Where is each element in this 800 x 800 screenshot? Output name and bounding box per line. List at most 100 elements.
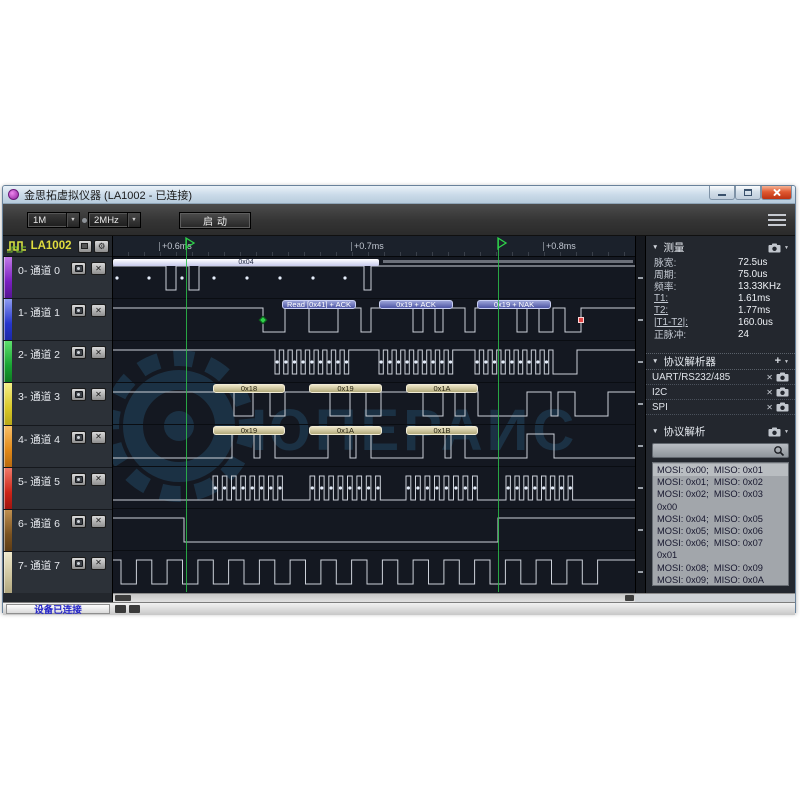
channel-capture-button[interactable] xyxy=(71,557,86,570)
list-item[interactable]: MOSI: 0x09; MISO: 0x0A xyxy=(653,574,788,586)
analyzer-name: UART/RS232/485 xyxy=(652,372,730,383)
hscroll-handle[interactable] xyxy=(115,595,131,601)
channel-close-button[interactable]: ✕ xyxy=(91,557,106,570)
waveform-row-ch5[interactable] xyxy=(113,467,635,509)
collapse-icon[interactable]: ▼ xyxy=(652,244,658,251)
sample-count-dropdown[interactable]: 1M ▼ xyxy=(27,212,80,228)
chevron-down-icon[interactable]: ▼ xyxy=(784,429,789,435)
list-item[interactable]: MOSI: 0x00; MISO: 0x01 xyxy=(653,464,788,476)
list-item[interactable]: 0x01 xyxy=(653,549,788,561)
hscroll-button[interactable] xyxy=(625,595,634,601)
channel-capture-button[interactable] xyxy=(71,473,86,486)
analyzers-section-header[interactable]: ▼ 协议解析器 +▼ xyxy=(646,353,795,370)
camera-icon[interactable] xyxy=(776,387,789,397)
settings-button[interactable]: ⚙ xyxy=(94,240,109,253)
analysis-title: 协议解析 xyxy=(663,424,705,439)
camera-icon xyxy=(75,265,83,272)
decode-label-i2c: 0x19 + ACK xyxy=(379,300,453,309)
sample-rate-dropdown[interactable]: 2MHz ▼ xyxy=(88,212,141,228)
analyzer-row[interactable]: UART/RS232/485 ✕ xyxy=(646,370,795,385)
list-item[interactable]: MOSI: 0x05; MISO: 0x06 xyxy=(653,525,788,537)
list-item[interactable]: 0x00 xyxy=(653,501,788,513)
channel-capture-button[interactable] xyxy=(71,262,86,275)
time-marker-flag[interactable] xyxy=(184,237,196,250)
channel-close-button[interactable]: ✕ xyxy=(91,473,106,486)
camera-icon[interactable] xyxy=(776,402,789,412)
chevron-down-icon[interactable]: ▼ xyxy=(66,213,79,227)
row-resize-handle[interactable] xyxy=(638,529,643,531)
channel-color-strip xyxy=(4,299,12,340)
camera-icon[interactable] xyxy=(768,243,781,253)
time-marker-line[interactable] xyxy=(186,238,187,592)
minimize-button[interactable] xyxy=(709,186,735,200)
collapse-icon[interactable]: ▼ xyxy=(652,428,658,435)
measure-section-header[interactable]: ▼ 测量 ▼ xyxy=(646,239,795,256)
chevron-down-icon[interactable]: ▼ xyxy=(127,213,140,227)
scroll-left-spacer xyxy=(3,593,113,602)
channel-row: 6- 通道 6✕ xyxy=(3,510,112,552)
list-item[interactable]: MOSI: 0x08; MISO: 0x09 xyxy=(653,562,788,574)
channel-capture-button[interactable] xyxy=(71,304,86,317)
row-resize-handle[interactable] xyxy=(638,403,643,405)
close-button[interactable] xyxy=(761,186,792,200)
channel-capture-button[interactable] xyxy=(71,431,86,444)
chevron-down-icon[interactable]: ▼ xyxy=(784,245,789,251)
analyzer-row[interactable]: SPI ✕ xyxy=(646,400,795,415)
layout-button[interactable] xyxy=(78,240,93,253)
channel-capture-button[interactable] xyxy=(71,346,86,359)
list-item[interactable]: MOSI: 0x02; MISO: 0x03 xyxy=(653,488,788,500)
channel-close-button[interactable]: ✕ xyxy=(91,515,106,528)
list-item[interactable]: MOSI: 0x04; MISO: 0x05 xyxy=(653,513,788,525)
row-resize-handle[interactable] xyxy=(638,445,643,447)
status-scroll-button[interactable] xyxy=(115,605,126,613)
waveform-row-ch7[interactable] xyxy=(113,551,635,593)
remove-analyzer-icon[interactable]: ✕ xyxy=(766,388,773,397)
waveform-row-ch4[interactable]: 0x19 0x1A 0x1B xyxy=(113,425,635,467)
connection-status: 设备已连接 xyxy=(6,604,110,614)
channel-close-button[interactable]: ✕ xyxy=(91,262,106,275)
row-resize-handle[interactable] xyxy=(638,319,643,321)
channel-row: 7- 通道 7✕ xyxy=(3,552,112,593)
channel-capture-button[interactable] xyxy=(71,388,86,401)
maximize-button[interactable] xyxy=(735,186,761,200)
chevron-down-icon[interactable]: ▼ xyxy=(784,359,789,365)
collapse-icon[interactable]: ▼ xyxy=(652,358,658,365)
channel-close-button[interactable]: ✕ xyxy=(91,346,106,359)
wave-hscrollbar[interactable] xyxy=(113,593,635,602)
channel-label: 0- 通道 0 xyxy=(18,263,60,278)
camera-icon[interactable] xyxy=(776,372,789,382)
waveform-row-ch6[interactable] xyxy=(113,509,635,551)
waveform-row-ch2[interactable] xyxy=(113,341,635,383)
analysis-section-header[interactable]: ▼ 协议解析 ▼ xyxy=(646,423,795,440)
row-resize-handle[interactable] xyxy=(638,277,643,279)
time-marker-line[interactable] xyxy=(498,238,499,592)
remove-analyzer-icon[interactable]: ✕ xyxy=(766,373,773,382)
waveform-row-ch0[interactable]: 0x04 xyxy=(113,257,635,299)
main-area: LA1002 ⚙ 0- 通道 0✕ 1- 通道 1✕ 2- 通道 2✕ 3- 通… xyxy=(3,236,795,593)
camera-icon[interactable] xyxy=(768,427,781,437)
menu-button[interactable] xyxy=(768,214,786,226)
time-marker-flag[interactable] xyxy=(496,237,508,250)
maximize-icon xyxy=(744,189,752,196)
waveform-row-ch3[interactable]: 0x18 0x19 0x1A xyxy=(113,383,635,425)
row-resize-handle[interactable] xyxy=(638,361,643,363)
analyzer-row[interactable]: I2C ✕ xyxy=(646,385,795,400)
search-input[interactable] xyxy=(653,446,773,456)
measure-row: T1:1.61ms xyxy=(646,292,795,304)
start-button[interactable]: 启动 xyxy=(179,212,251,229)
analyzer-name: I2C xyxy=(652,387,667,398)
row-resize-handle[interactable] xyxy=(638,487,643,489)
row-resize-handle[interactable] xyxy=(638,571,643,573)
channel-close-button[interactable]: ✕ xyxy=(91,388,106,401)
list-item[interactable]: MOSI: 0x01; MISO: 0x02 xyxy=(653,476,788,488)
toolbar-dot-icon xyxy=(82,218,87,223)
add-analyzer-icon[interactable]: + xyxy=(775,356,781,367)
remove-analyzer-icon[interactable]: ✕ xyxy=(766,403,773,412)
protocol-result-list[interactable]: MOSI: 0x00; MISO: 0x01 MOSI: 0x01; MISO:… xyxy=(652,462,789,586)
waveform-row-ch1[interactable]: Read [0x41] + ACK 0x19 + ACK 0x19 + NAK xyxy=(113,299,635,341)
channel-capture-button[interactable] xyxy=(71,515,86,528)
channel-close-button[interactable]: ✕ xyxy=(91,304,106,317)
channel-close-button[interactable]: ✕ xyxy=(91,431,106,444)
status-scroll-button[interactable] xyxy=(129,605,140,613)
list-item[interactable]: MOSI: 0x06; MISO: 0x07 xyxy=(653,537,788,549)
